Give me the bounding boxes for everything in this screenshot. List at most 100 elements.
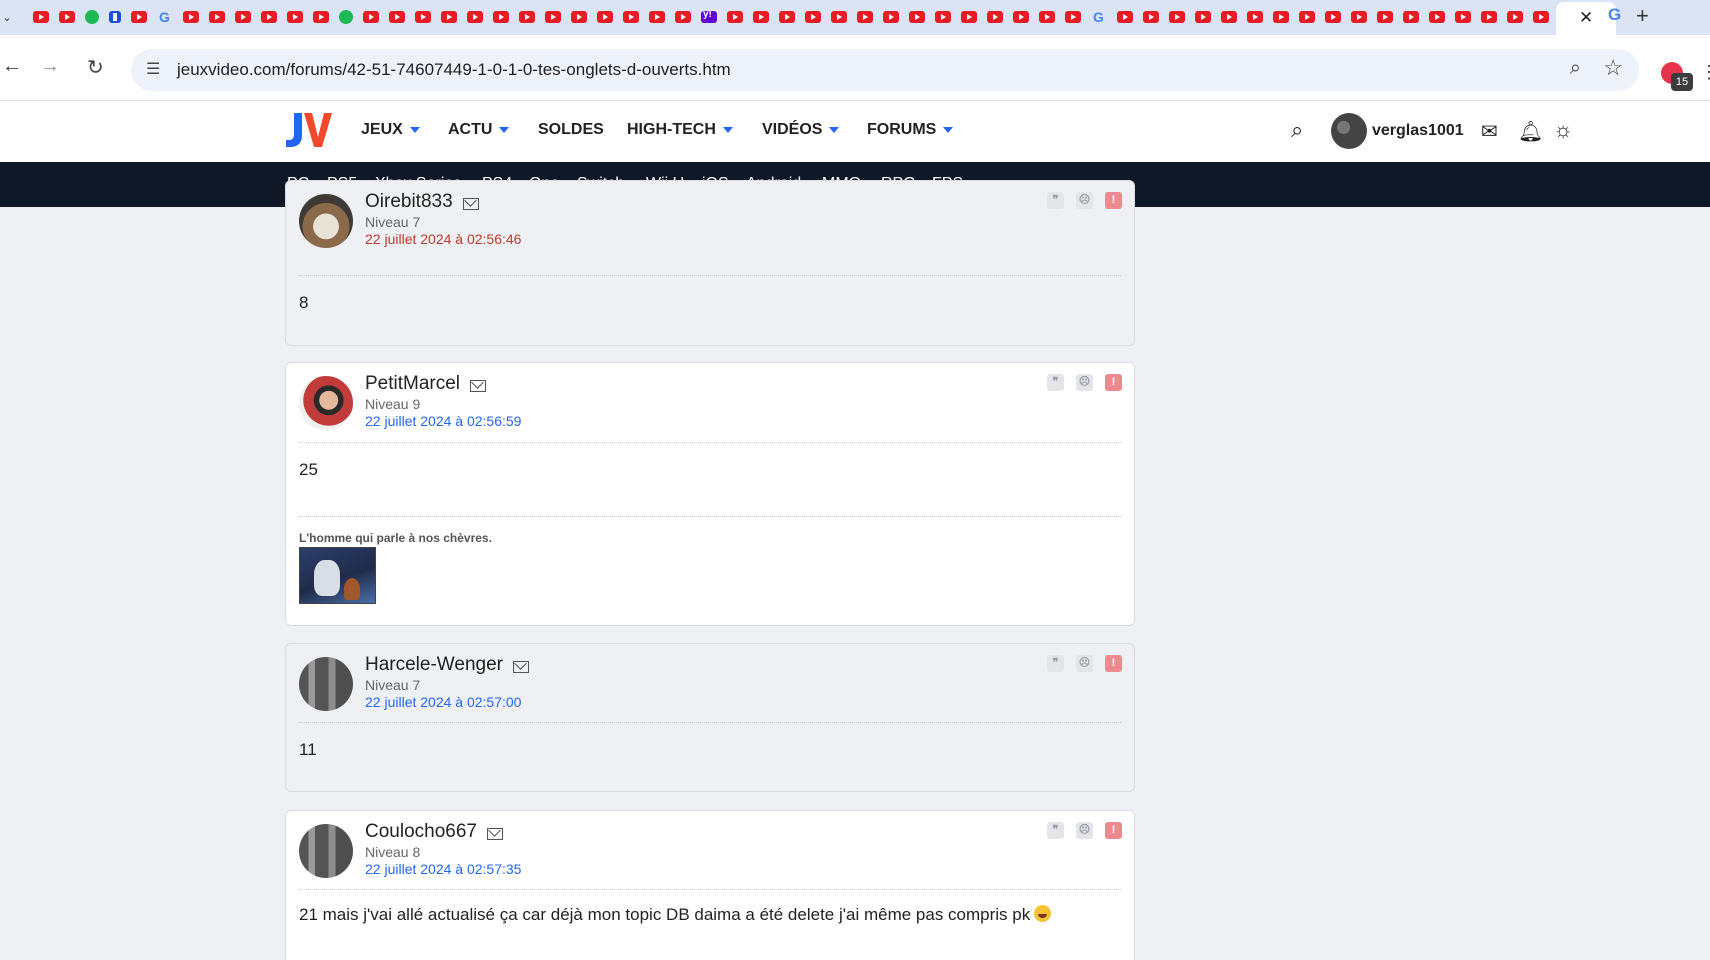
theme-sun-icon[interactable]: ☼: [1553, 117, 1573, 143]
mail-icon[interactable]: ✉: [1481, 119, 1498, 144]
yt-tab-favicon-icon[interactable]: [1013, 11, 1029, 23]
yt-tab-favicon-icon[interactable]: [597, 11, 613, 23]
yt-tab-favicon-icon[interactable]: [987, 11, 1003, 23]
yt-tab-favicon-icon[interactable]: [1273, 11, 1289, 23]
avatar[interactable]: [299, 657, 353, 711]
nav-jeux[interactable]: JEUX: [361, 121, 420, 139]
yt-tab-favicon-icon[interactable]: [883, 11, 899, 23]
yt-tab-favicon-icon[interactable]: [1143, 11, 1159, 23]
post-author[interactable]: PetitMarcel: [365, 373, 460, 395]
new-tab-icon[interactable]: +: [1636, 3, 1649, 29]
search-icon[interactable]: ⌕: [1291, 117, 1303, 143]
yt-tab-favicon-icon[interactable]: [33, 11, 49, 23]
yt-tab-favicon-icon[interactable]: [519, 11, 535, 23]
yt-tab-favicon-icon[interactable]: [1533, 11, 1549, 23]
report-icon[interactable]: !: [1105, 374, 1122, 391]
yt-tab-favicon-icon[interactable]: [313, 11, 329, 23]
yt-tab-favicon-icon[interactable]: [363, 11, 379, 23]
yt-tab-favicon-icon[interactable]: [1221, 11, 1237, 23]
yt-tab-favicon-icon[interactable]: [183, 11, 199, 23]
yt-tab-favicon-icon[interactable]: [623, 11, 639, 23]
blacklist-icon[interactable]: ☹: [1076, 192, 1093, 209]
yt-tab-favicon-icon[interactable]: [1169, 11, 1185, 23]
yt-tab-favicon-icon[interactable]: [1117, 11, 1133, 23]
mail-icon[interactable]: [462, 197, 479, 210]
blacklist-icon[interactable]: ☹: [1076, 822, 1093, 839]
yt-tab-favicon-icon[interactable]: [753, 11, 769, 23]
reload-icon[interactable]: ↻: [87, 55, 104, 80]
yt-tab-favicon-icon[interactable]: [779, 11, 795, 23]
yt-tab-favicon-icon[interactable]: [1039, 11, 1055, 23]
yt-tab-favicon-icon[interactable]: [831, 11, 847, 23]
yt-tab-favicon-icon[interactable]: [1429, 11, 1445, 23]
yt-tab-favicon-icon[interactable]: [675, 11, 691, 23]
mail-icon[interactable]: [512, 660, 529, 673]
avatar[interactable]: [299, 194, 353, 248]
bookmark-star-icon[interactable]: ☆: [1603, 55, 1623, 81]
yt-tab-favicon-icon[interactable]: [545, 11, 561, 23]
yt-tab-favicon-icon[interactable]: [441, 11, 457, 23]
zoom-icon[interactable]: ⌕: [1570, 57, 1581, 80]
yt-tab-favicon-icon[interactable]: [1351, 11, 1367, 23]
spotify-tab-favicon-icon[interactable]: [85, 10, 99, 24]
yt-tab-favicon-icon[interactable]: [1481, 11, 1497, 23]
yt-tab-favicon-icon[interactable]: [1195, 11, 1211, 23]
active-tab[interactable]: ✕: [1556, 2, 1616, 35]
report-icon[interactable]: !: [1105, 192, 1122, 209]
back-icon[interactable]: ←: [2, 55, 22, 78]
nav-soldes[interactable]: SOLDES: [538, 121, 604, 139]
yt-tab-favicon-icon[interactable]: [649, 11, 665, 23]
tab-search-chevron-icon[interactable]: ⌄: [0, 0, 14, 35]
quote-icon[interactable]: ❞: [1047, 192, 1064, 209]
close-tab-icon[interactable]: ✕: [1579, 8, 1593, 28]
avatar[interactable]: [299, 376, 353, 430]
yt-tab-favicon-icon[interactable]: [415, 11, 431, 23]
yt-tab-favicon-icon[interactable]: [59, 11, 75, 23]
yt-tab-favicon-icon[interactable]: [727, 11, 743, 23]
yt-tab-favicon-icon[interactable]: [1455, 11, 1471, 23]
yt-tab-favicon-icon[interactable]: [467, 11, 483, 23]
post-date-link[interactable]: 22 juillet 2024 à 02:57:35: [365, 861, 521, 877]
post-date-link[interactable]: 22 juillet 2024 à 02:57:00: [365, 694, 521, 710]
nav-high-tech[interactable]: HIGH-TECH: [627, 121, 733, 139]
yt-tab-favicon-icon[interactable]: [857, 11, 873, 23]
google-tab-icon[interactable]: G: [1608, 5, 1621, 25]
jv-logo[interactable]: [284, 109, 332, 151]
post-author[interactable]: Oirebit833: [365, 191, 453, 213]
address-bar[interactable]: ☰ jeuxvideo.com/forums/42-51-74607449-1-…: [131, 49, 1639, 91]
yt-tab-favicon-icon[interactable]: [805, 11, 821, 23]
yt-tab-favicon-icon[interactable]: [1325, 11, 1341, 23]
yt-tab-favicon-icon[interactable]: [389, 11, 405, 23]
yt-tab-favicon-icon[interactable]: [1507, 11, 1523, 23]
mail-icon[interactable]: [470, 379, 487, 392]
yt-tab-favicon-icon[interactable]: [571, 11, 587, 23]
nav-videos[interactable]: VIDÉOS: [762, 121, 840, 139]
yt-tab-favicon-icon[interactable]: [961, 11, 977, 23]
yt-tab-favicon-icon[interactable]: [261, 11, 277, 23]
post-author[interactable]: Coulocho667: [365, 821, 477, 843]
quote-icon[interactable]: ❞: [1047, 655, 1064, 672]
yt-tab-favicon-icon[interactable]: [493, 11, 509, 23]
quote-icon[interactable]: ❞: [1047, 374, 1064, 391]
nav-actu[interactable]: ACTU: [448, 121, 510, 139]
dot-tab-favicon-icon[interactable]: [339, 10, 353, 24]
site-info-icon[interactable]: ☰: [146, 59, 160, 79]
yt-tab-favicon-icon[interactable]: [909, 11, 925, 23]
url-text[interactable]: jeuxvideo.com/forums/42-51-74607449-1-0-…: [177, 60, 731, 80]
report-icon[interactable]: !: [1105, 822, 1122, 839]
yt-tab-favicon-icon[interactable]: [1377, 11, 1393, 23]
yt-tab-favicon-icon[interactable]: [1065, 11, 1081, 23]
nav-forums[interactable]: FORUMS: [867, 121, 954, 139]
post-author[interactable]: Harcele-Wenger: [365, 654, 503, 676]
google-tab-favicon-icon[interactable]: [1091, 9, 1107, 25]
yt-tab-favicon-icon[interactable]: [1299, 11, 1315, 23]
blacklist-icon[interactable]: ☹: [1076, 655, 1093, 672]
avatar[interactable]: [1331, 113, 1367, 149]
yt-tab-favicon-icon[interactable]: [209, 11, 225, 23]
quote-icon[interactable]: ❞: [1047, 822, 1064, 839]
avatar[interactable]: [299, 824, 353, 878]
yahoo-tab-favicon-icon[interactable]: [701, 9, 717, 23]
dl-tab-favicon-icon[interactable]: [109, 11, 121, 23]
post-date-link[interactable]: 22 juillet 2024 à 02:56:59: [365, 413, 521, 429]
yt-tab-favicon-icon[interactable]: [935, 11, 951, 23]
